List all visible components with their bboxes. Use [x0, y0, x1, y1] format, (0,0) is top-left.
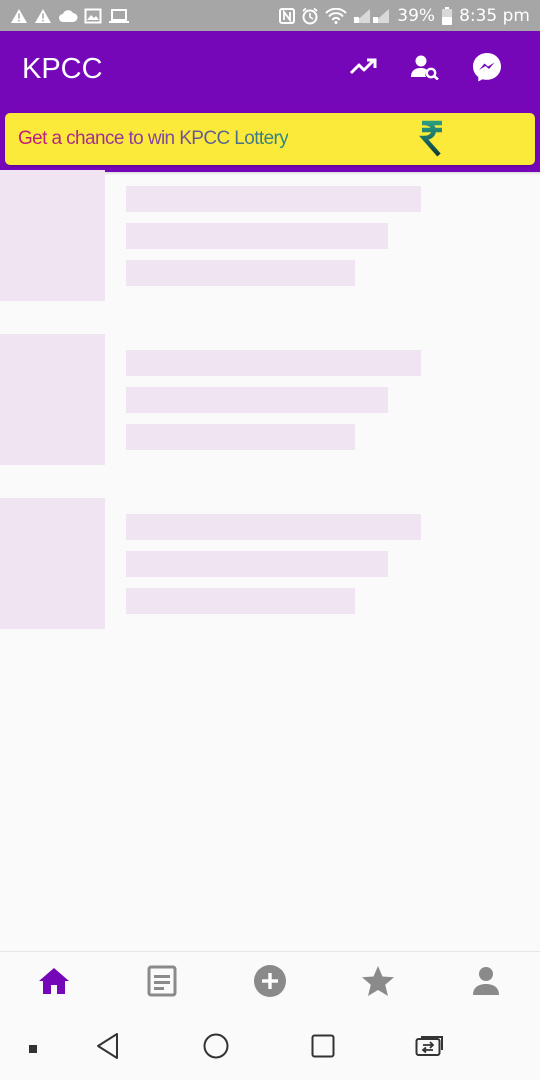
laptop-icon	[108, 8, 130, 24]
placeholder-line	[126, 260, 355, 286]
star-icon	[361, 965, 395, 1001]
placeholder-thumbnail	[0, 170, 105, 301]
nfc-icon	[279, 7, 296, 24]
placeholder-thumbnail	[0, 334, 105, 465]
placeholder-thumbnail	[0, 498, 105, 629]
system-recents-button[interactable]	[303, 1031, 343, 1065]
battery-percent: 39%	[397, 5, 436, 26]
home-icon	[37, 966, 71, 1000]
recents-icon	[310, 1033, 336, 1063]
user-search-icon	[410, 54, 440, 84]
loading-placeholder	[0, 334, 540, 466]
alarm-icon	[301, 7, 319, 25]
back-icon	[95, 1032, 121, 1064]
placeholder-line	[126, 514, 421, 540]
add-circle-icon	[253, 964, 287, 1002]
placeholder-line	[126, 551, 388, 577]
user-search-button[interactable]	[394, 45, 456, 93]
banner-text: Get a chance to win KPCC Lottery	[18, 128, 289, 149]
trending-up-icon	[349, 58, 377, 80]
nav-add[interactable]	[242, 958, 298, 1008]
placeholder-line	[126, 186, 421, 212]
battery-icon	[441, 6, 453, 25]
system-switch-app-button[interactable]	[410, 1031, 450, 1065]
system-navigation	[0, 1013, 540, 1080]
switch-app-icon	[415, 1035, 445, 1061]
placeholder-line	[126, 223, 388, 249]
system-home-button[interactable]	[196, 1031, 236, 1065]
profile-icon	[471, 966, 501, 1000]
rupee-icon	[417, 119, 447, 159]
image-icon	[84, 8, 102, 24]
clock: 8:35 pm	[459, 5, 530, 26]
placeholder-line	[126, 588, 355, 614]
trending-button[interactable]	[332, 45, 394, 93]
system-dot-button[interactable]	[13, 1031, 53, 1065]
app-screen: 39% 8:35 pm KPCC Get a chance to win KPC…	[0, 0, 540, 1080]
feed-icon	[147, 965, 177, 1001]
nav-feed[interactable]	[134, 958, 190, 1008]
nav-favorites[interactable]	[350, 958, 406, 1008]
wifi-icon	[325, 7, 347, 24]
bottom-navigation	[0, 951, 540, 1013]
placeholder-line	[126, 387, 388, 413]
signal-icon	[353, 8, 391, 24]
nav-home[interactable]	[26, 958, 82, 1008]
dot-icon	[28, 1039, 38, 1058]
messenger-icon	[471, 51, 503, 87]
status-bar: 39% 8:35 pm	[0, 0, 540, 31]
warning-icon	[10, 8, 28, 24]
app-title: KPCC	[22, 52, 103, 85]
home-circle-icon	[202, 1032, 230, 1064]
app-bar: KPCC	[0, 31, 540, 107]
cloud-icon	[58, 9, 78, 23]
lottery-banner[interactable]: Get a chance to win KPCC Lottery	[5, 113, 535, 165]
loading-placeholder	[0, 498, 540, 630]
placeholder-line	[126, 350, 421, 376]
system-back-button[interactable]	[88, 1031, 128, 1065]
warning-icon	[34, 8, 52, 24]
placeholder-line	[126, 424, 355, 450]
messenger-button[interactable]	[456, 45, 518, 93]
nav-profile[interactable]	[458, 958, 514, 1008]
loading-placeholder	[0, 170, 540, 302]
